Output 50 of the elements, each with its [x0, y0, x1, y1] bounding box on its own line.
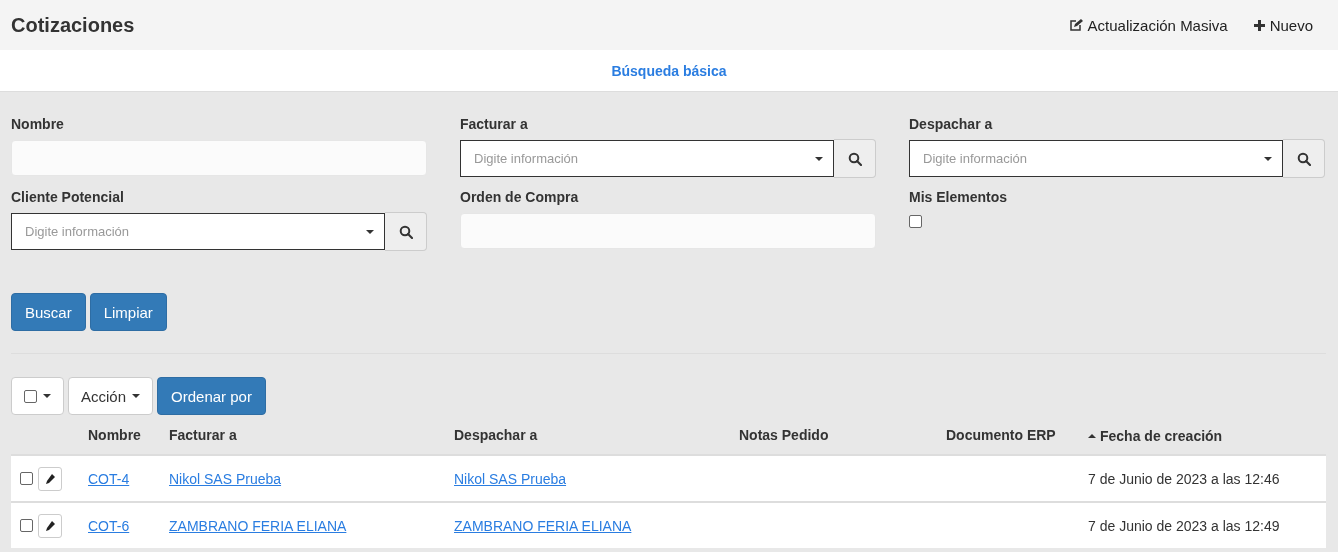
- column-header[interactable]: Facturar a: [169, 426, 237, 443]
- table-link[interactable]: Nikol SAS Prueba: [454, 470, 567, 487]
- search-tab[interactable]: Búsqueda básica: [611, 62, 727, 79]
- search-icon: [847, 151, 862, 166]
- search-icon: [1296, 151, 1311, 166]
- field-label: Cliente Potencial: [11, 189, 125, 206]
- caret-icon: [366, 229, 374, 234]
- page-title: Cotizaciones: [11, 13, 135, 37]
- row-checkbox[interactable]: [20, 472, 33, 485]
- dropdown-field[interactable]: Digite información: [460, 140, 834, 177]
- action-dropdown[interactable]: Acción: [68, 377, 154, 415]
- field-label: Nombre: [11, 116, 65, 133]
- edit-icon: [1068, 18, 1083, 32]
- filter-button[interactable]: Limpiar: [89, 293, 167, 331]
- filter-button[interactable]: Buscar: [11, 293, 86, 331]
- search-button[interactable]: [1283, 139, 1325, 178]
- pencil-icon: [45, 520, 55, 531]
- dropdown-field[interactable]: Digite información: [909, 140, 1283, 177]
- caret-icon: [43, 394, 51, 398]
- column-header[interactable]: Despachar a: [454, 426, 538, 443]
- field-label: Orden de Compra: [460, 189, 580, 206]
- edit-button[interactable]: [38, 466, 62, 491]
- table-link[interactable]: COT-4: [88, 470, 130, 487]
- column-header[interactable]: Documento ERP: [946, 426, 1056, 443]
- column-header[interactable]: Nombre: [88, 426, 141, 443]
- field-label: Despachar a: [909, 116, 994, 133]
- plus-icon: [1253, 19, 1265, 31]
- search-button[interactable]: [834, 139, 876, 178]
- search-button[interactable]: [385, 212, 427, 251]
- field-label: Facturar a: [460, 116, 529, 133]
- table-link[interactable]: Nikol SAS Prueba: [169, 470, 282, 487]
- search-icon: [398, 224, 413, 239]
- pencil-icon: [45, 473, 55, 484]
- field-label: Mis Elementos: [909, 189, 1009, 206]
- caret-icon: [1264, 156, 1272, 161]
- select-all-dropdown[interactable]: [11, 377, 64, 415]
- header-action-link[interactable]: Actualización Masiva: [1068, 16, 1228, 34]
- table-cell: 7 de Junio de 2023 a las 12:49: [1088, 517, 1280, 534]
- caret-icon: [815, 156, 823, 161]
- table-cell: 7 de Junio de 2023 a las 12:46: [1088, 470, 1280, 487]
- caret-icon: [132, 394, 141, 398]
- sort-button[interactable]: Ordenar por: [157, 377, 266, 415]
- row-checkbox[interactable]: [20, 519, 33, 532]
- dropdown-field[interactable]: Digite información: [11, 213, 385, 250]
- edit-button[interactable]: [38, 513, 62, 538]
- checkbox[interactable]: [909, 215, 922, 228]
- column-header[interactable]: Notas Pedido: [739, 426, 829, 443]
- header-action-link[interactable]: Nuevo: [1253, 16, 1313, 34]
- table-link[interactable]: COT-6: [88, 517, 130, 534]
- column-header[interactable]: Fecha de creación: [1088, 428, 1223, 444]
